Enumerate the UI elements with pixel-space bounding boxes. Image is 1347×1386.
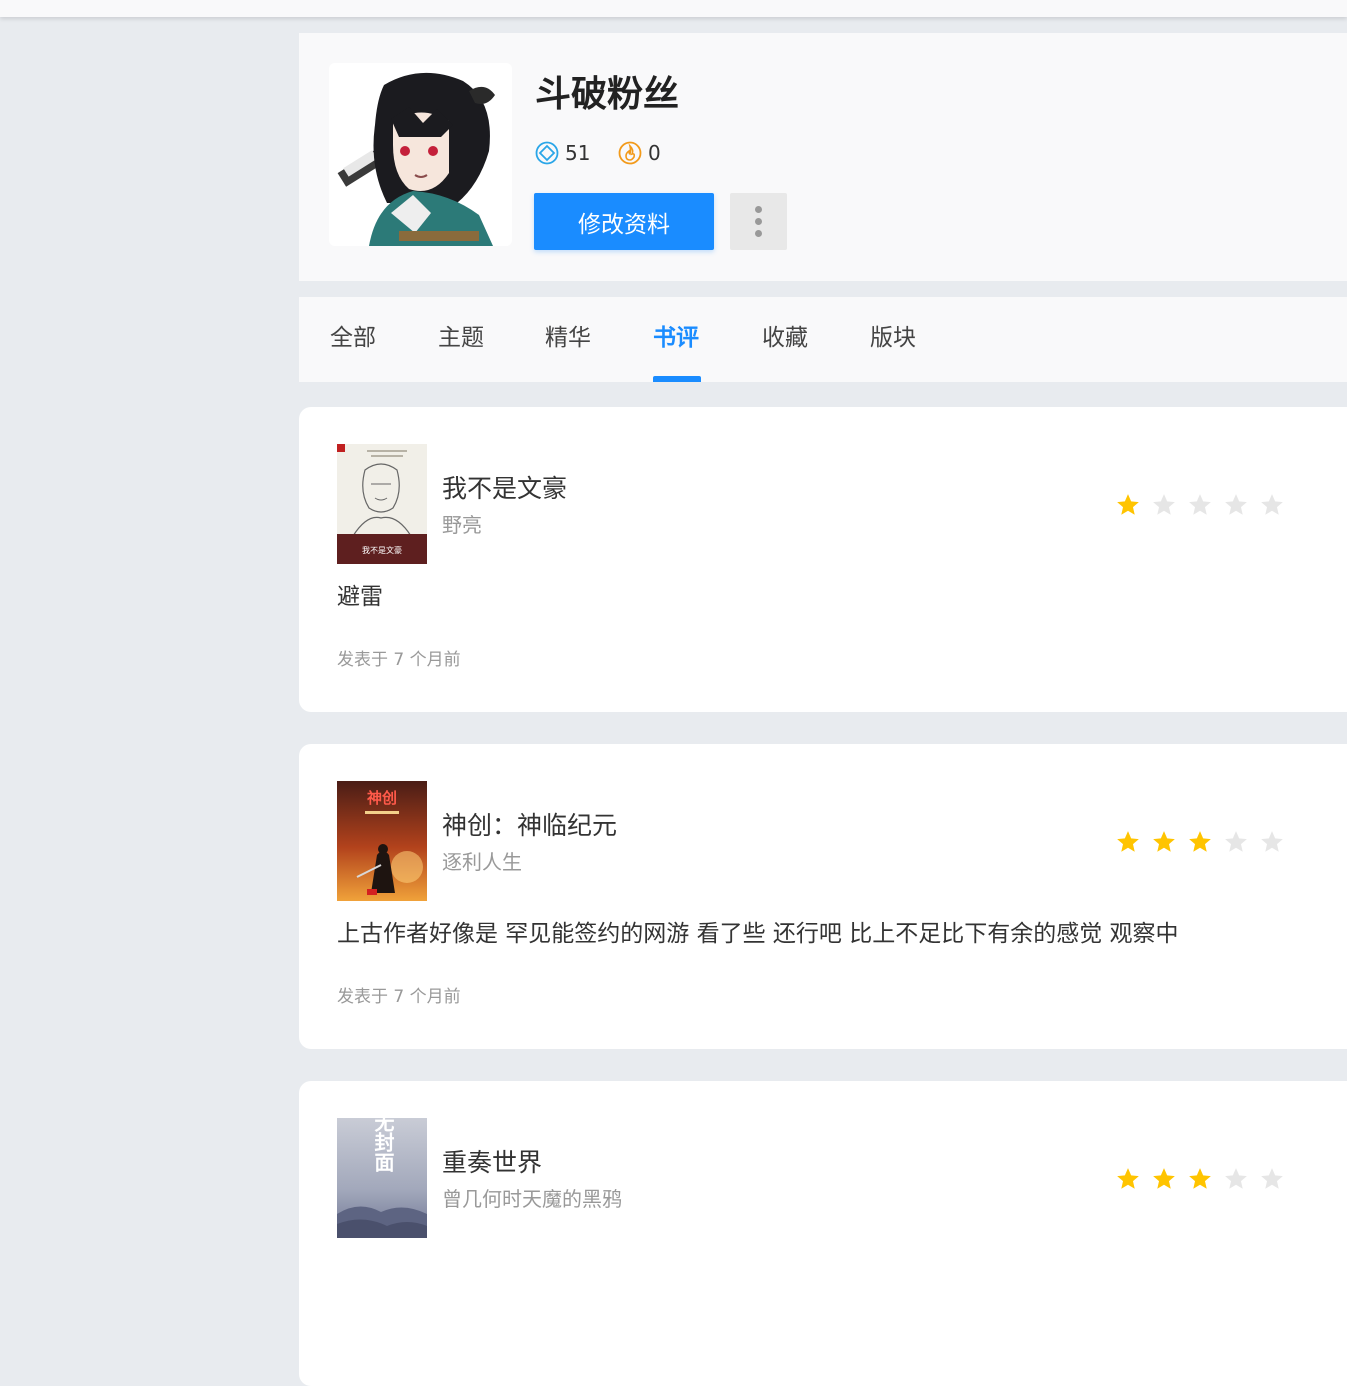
star-rating	[1115, 829, 1285, 855]
star-rating	[1115, 1166, 1285, 1192]
star-filled-icon	[1117, 831, 1139, 852]
star-filled-icon	[1153, 1168, 1175, 1189]
diamond-count: 51	[565, 141, 591, 165]
book-cover[interactable]: 我不是文豪	[337, 444, 427, 564]
profile-header: 斗破粉丝 51 0 修改资料	[299, 33, 1347, 281]
cover-title-text: 我不是文豪	[362, 545, 402, 555]
post-time: 发表于 7 个月前	[337, 987, 461, 1007]
review-card[interactable]: 神创 神创：神临纪元 逐利人生 上古作者好像是 罕见能签约的网游 看了些 还行吧…	[299, 744, 1347, 1049]
star-empty-icon	[1261, 494, 1283, 515]
tab-topics[interactable]: 主题	[438, 321, 484, 355]
avatar[interactable]	[329, 63, 512, 246]
star-rating	[1115, 492, 1285, 518]
more-dot	[755, 218, 762, 225]
more-dot	[755, 206, 762, 213]
star-empty-icon	[1261, 831, 1283, 852]
tab-favorites[interactable]: 收藏	[762, 321, 808, 355]
book-cover[interactable]: 暂无封面	[337, 1118, 427, 1238]
post-time: 发表于 7 个月前	[337, 650, 461, 670]
diamond-icon	[535, 141, 559, 165]
star-filled-icon	[1189, 1168, 1211, 1189]
book-title[interactable]: 我不是文豪	[442, 471, 567, 507]
review-text: 避雷	[337, 584, 383, 610]
star-filled-icon	[1117, 494, 1139, 515]
tab-book-reviews[interactable]: 书评	[653, 321, 699, 355]
stat-energy[interactable]: 0	[618, 141, 661, 165]
star-filled-icon	[1117, 1168, 1139, 1189]
book-title[interactable]: 重奏世界	[442, 1145, 542, 1181]
star-filled-icon	[1189, 831, 1211, 852]
review-text: 上古作者好像是 罕见能签约的网游 看了些 还行吧 比上不足比下有余的感觉 观察中	[337, 921, 1179, 947]
star-empty-icon	[1261, 1168, 1283, 1189]
tab-bar: 全部 主题 精华 书评 收藏 版块	[299, 297, 1347, 382]
tab-boards[interactable]: 版块	[870, 321, 916, 355]
book-author[interactable]: 野亮	[442, 511, 482, 539]
cover-title-text: 暂无封面	[371, 1118, 395, 1172]
active-tab-indicator	[653, 376, 701, 382]
top-navigation-bar	[0, 0, 1347, 17]
book-cover[interactable]: 神创	[337, 781, 427, 901]
review-card[interactable]: 暂无封面 重奏世界 曾几何时天魔的黑鸦	[299, 1081, 1347, 1386]
star-empty-icon	[1225, 494, 1247, 515]
star-empty-icon	[1225, 831, 1247, 852]
tab-all[interactable]: 全部	[330, 321, 376, 355]
star-empty-icon	[1153, 494, 1175, 515]
cover-title-text: 神创	[367, 789, 397, 807]
more-dot	[755, 230, 762, 237]
review-card[interactable]: 我不是文豪 我不是文豪 野亮 避雷 发表于 7 个月前	[299, 407, 1347, 712]
edit-profile-button[interactable]: 修改资料	[534, 193, 714, 250]
flame-icon	[618, 141, 642, 165]
star-empty-icon	[1189, 494, 1211, 515]
more-options-button[interactable]	[730, 193, 787, 250]
book-author[interactable]: 逐利人生	[442, 848, 522, 876]
tab-featured[interactable]: 精华	[545, 321, 591, 355]
energy-count: 0	[648, 141, 661, 165]
stat-diamond[interactable]: 51	[535, 141, 590, 165]
username: 斗破粉丝	[535, 74, 680, 115]
star-filled-icon	[1153, 831, 1175, 852]
book-author[interactable]: 曾几何时天魔的黑鸦	[442, 1185, 622, 1213]
star-empty-icon	[1225, 1168, 1247, 1189]
book-title[interactable]: 神创：神临纪元	[442, 808, 617, 844]
